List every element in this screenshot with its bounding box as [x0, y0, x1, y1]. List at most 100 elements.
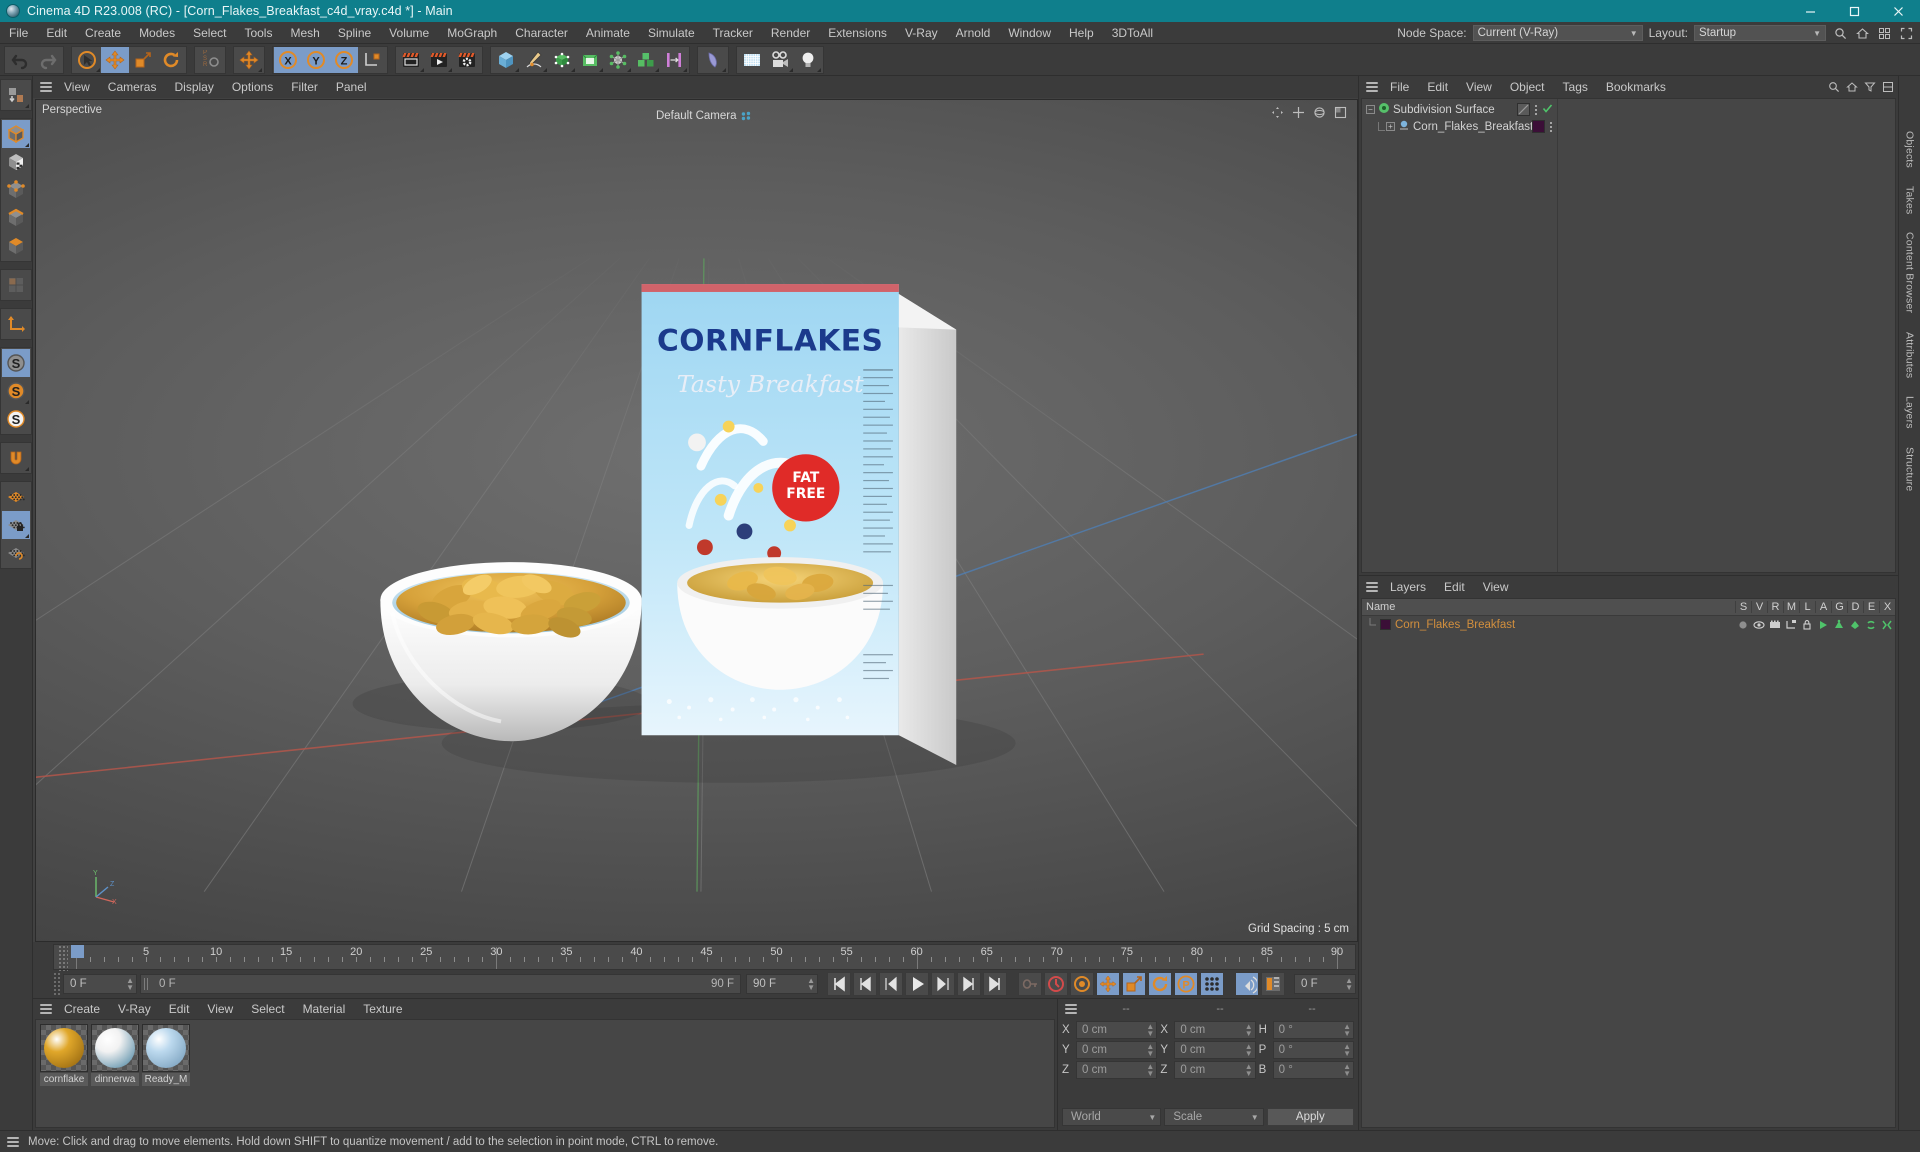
object-manager-hamburger-icon[interactable] [1363, 79, 1381, 95]
key-parameter-button[interactable]: P [1174, 972, 1198, 996]
home-layout-icon[interactable] [1854, 25, 1870, 41]
coord-position-field[interactable]: 0 cm ▲ ▼ [1076, 1021, 1158, 1039]
coord-rotation-field[interactable]: 0 ° ▲ ▼ [1272, 1061, 1354, 1079]
psr-toggle-button[interactable]: PSR [196, 46, 224, 73]
timeline-ruler[interactable]: 051015202530354045505560657075808590 [53, 944, 1356, 971]
add-scene-object-button[interactable] [604, 46, 632, 73]
render-view-button[interactable] [397, 46, 425, 73]
make-editable-button[interactable] [2, 81, 30, 109]
axis-mode-button[interactable] [2, 310, 30, 338]
step-back-button[interactable] [879, 972, 903, 996]
expand-toggle-icon[interactable]: − [1366, 105, 1375, 114]
rail-tab-content-browser[interactable]: Content Browser [1902, 223, 1918, 322]
key-scale-button[interactable] [1122, 972, 1146, 996]
layer-column-S[interactable]: S [1735, 601, 1751, 613]
menu-tracker[interactable]: Tracker [704, 22, 762, 44]
menu-spline[interactable]: Spline [329, 22, 380, 44]
spinner-icon[interactable]: ▲ ▼ [1343, 1023, 1351, 1038]
layer-menu-layers[interactable]: Layers [1381, 576, 1435, 598]
redo-button[interactable] [34, 46, 62, 73]
uv-mode-button[interactable] [2, 271, 30, 299]
spinner-icon[interactable]: ▲ ▼ [1343, 1043, 1351, 1058]
edge-mode-button[interactable] [2, 204, 30, 232]
spinner-icon[interactable]: ▲ ▼ [1245, 1043, 1253, 1058]
layer-menu-view[interactable]: View [1474, 576, 1518, 598]
menu-character[interactable]: Character [506, 22, 577, 44]
add-deformer-button[interactable] [576, 46, 604, 73]
layer-column-A[interactable]: A [1815, 601, 1831, 613]
workplane-button[interactable] [2, 483, 30, 511]
enable-axis-button[interactable]: S [2, 349, 30, 377]
add-generator-button[interactable] [548, 46, 576, 73]
keyframe-settings-button[interactable] [1070, 972, 1094, 996]
layer-toggle-R[interactable] [1767, 619, 1783, 631]
add-effector-button[interactable] [660, 46, 688, 73]
add-bend-deformer-button[interactable] [699, 46, 727, 73]
texture-mode-button[interactable] [2, 148, 30, 176]
add-light-button[interactable] [794, 46, 822, 73]
visibility-dots-icon[interactable] [1534, 103, 1538, 116]
layer-toggle-S[interactable] [1735, 619, 1751, 631]
rail-tab-structure[interactable]: Structure [1902, 438, 1918, 500]
go-to-end-button[interactable] [983, 972, 1007, 996]
search-icon[interactable] [1832, 25, 1848, 41]
material-menu-v-ray[interactable]: V-Ray [109, 999, 160, 1019]
menu-edit[interactable]: Edit [37, 22, 76, 44]
material-item[interactable]: dinnerwa [91, 1024, 139, 1086]
menu-simulate[interactable]: Simulate [639, 22, 704, 44]
viewport-menu-filter[interactable]: Filter [282, 76, 327, 98]
timeline-grip[interactable] [58, 945, 68, 971]
coord-position-field[interactable]: 0 cm ▲ ▼ [1076, 1041, 1158, 1059]
object-row[interactable]: + Corn_Flakes_Breakfast [1362, 118, 1557, 135]
lock-z-button[interactable]: Z [330, 46, 358, 73]
object-menu-tags[interactable]: Tags [1554, 76, 1597, 98]
check-icon[interactable] [1542, 103, 1553, 117]
layer-column-V[interactable]: V [1751, 601, 1767, 613]
material-menu-edit[interactable]: Edit [160, 999, 199, 1019]
object-menu-file[interactable]: File [1381, 76, 1418, 98]
coordinate-system-dropdown[interactable]: World ▼ [1062, 1108, 1162, 1126]
viewport-camera-label[interactable]: Default Camera [656, 110, 753, 122]
material-item[interactable]: Ready_M [142, 1024, 190, 1086]
coord-size-field[interactable]: 0 cm ▲ ▼ [1174, 1041, 1256, 1059]
orbit-icon[interactable] [1313, 106, 1326, 119]
timeline-range-bar[interactable]: 0 F 90 F [140, 974, 741, 994]
rotate-tool-button[interactable] [157, 46, 185, 73]
coordinate-mode-dropdown[interactable]: Scale ▼ [1164, 1108, 1264, 1126]
lock-workplane-button[interactable] [2, 511, 30, 539]
coord-size-field[interactable]: 0 cm ▲ ▼ [1174, 1061, 1256, 1079]
viewport-menu-view[interactable]: View [55, 76, 99, 98]
material-menu-view[interactable]: View [198, 999, 242, 1019]
model-mode-button[interactable] [2, 120, 30, 148]
layer-toggle-D[interactable] [1847, 619, 1863, 631]
menu-file[interactable]: File [0, 22, 37, 44]
material-item[interactable]: cornflake [40, 1024, 88, 1086]
layer-column-E[interactable]: E [1863, 601, 1879, 613]
polygon-mode-button[interactable] [2, 232, 30, 260]
menu-volume[interactable]: Volume [380, 22, 438, 44]
coord-rotation-field[interactable]: 0 ° ▲ ▼ [1272, 1021, 1354, 1039]
viewport-menu-cameras[interactable]: Cameras [99, 76, 166, 98]
key-point-level-button[interactable] [1200, 972, 1224, 996]
menu-modes[interactable]: Modes [130, 22, 184, 44]
spinner-icon[interactable]: ▲ ▼ [1146, 1023, 1154, 1038]
add-cube-button[interactable] [492, 46, 520, 73]
lock-x-button[interactable]: X [274, 46, 302, 73]
material-preview[interactable] [142, 1024, 190, 1072]
object-menu-bookmarks[interactable]: Bookmarks [1597, 76, 1675, 98]
om-search-icon[interactable] [1828, 81, 1840, 93]
object-menu-edit[interactable]: Edit [1418, 76, 1457, 98]
layer-column-L[interactable]: L [1799, 601, 1815, 613]
visibility-dots-icon[interactable] [1549, 120, 1553, 133]
material-swatch-list[interactable]: cornflake dinnerwa Ready_M [35, 1019, 1055, 1128]
status-hamburger-icon[interactable] [4, 1134, 22, 1150]
record-key-button[interactable] [1018, 972, 1042, 996]
layer-column-D[interactable]: D [1847, 601, 1863, 613]
menu-mesh[interactable]: Mesh [281, 22, 328, 44]
spinner-icon[interactable]: ▲ ▼ [1146, 1043, 1154, 1058]
menu-select[interactable]: Select [184, 22, 235, 44]
viewport-3d[interactable]: CORNFLAKES Tasty Breakfast FAT FREE Pers… [36, 100, 1357, 941]
select-tool-button[interactable] [73, 46, 101, 73]
layer-toggle-E[interactable] [1863, 619, 1879, 631]
material-menu-texture[interactable]: Texture [354, 999, 411, 1019]
